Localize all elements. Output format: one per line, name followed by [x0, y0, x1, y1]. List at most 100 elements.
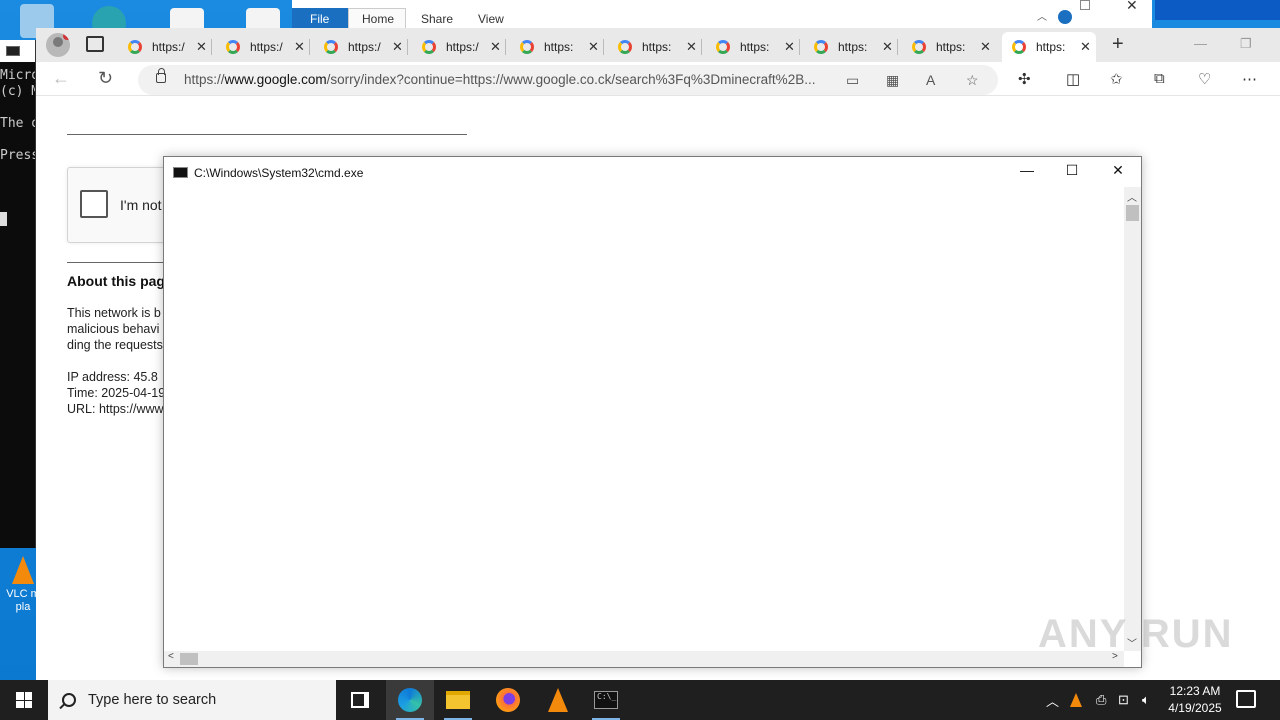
address-bar[interactable]: https://www.google.com/sorry/index?conti…: [138, 65, 998, 95]
more-options-icon[interactable]: ⋯: [1242, 70, 1257, 88]
browser-tab-active[interactable]: https: ✕: [1002, 32, 1096, 62]
address-url[interactable]: https://www.google.com/sorry/index?conti…: [184, 72, 834, 87]
chevron-up-icon[interactable]: ︿: [1037, 8, 1047, 23]
tab-title: https:: [544, 40, 574, 54]
help-icon[interactable]: [1058, 10, 1072, 24]
cmd-window: C:\Windows\System32\cmd.exe — ☐ ✕ ︿ ﹀ < …: [163, 156, 1142, 668]
clock-time: 12:23 AM: [1169, 684, 1221, 698]
tab-close-icon[interactable]: ✕: [686, 39, 697, 55]
refresh-button[interactable]: ↻: [98, 68, 113, 89]
tab-separator: [799, 39, 800, 55]
background-console-window: Micro (c) M The o Press: [0, 40, 36, 548]
tab-separator: [211, 39, 212, 55]
ribbon-tab-home[interactable]: Home: [362, 12, 394, 26]
windows-logo-icon: [16, 692, 32, 708]
ribbon-tab-file[interactable]: File: [292, 8, 348, 30]
tab-separator: [309, 39, 310, 55]
anyrun-watermark: ANY RUN: [1038, 612, 1234, 656]
tab-close-icon[interactable]: ✕: [490, 39, 501, 55]
browser-tab[interactable]: https: ✕: [902, 32, 996, 62]
scroll-left-icon[interactable]: <: [168, 651, 174, 662]
browser-tab[interactable]: https: ✕: [706, 32, 800, 62]
show-hidden-icons-button[interactable]: ︿: [1046, 680, 1059, 720]
start-button[interactable]: [0, 680, 48, 720]
google-favicon-icon: [128, 40, 142, 54]
google-favicon-icon: [912, 40, 926, 54]
cmd-icon: [6, 46, 20, 56]
close-button[interactable]: ✕: [1103, 162, 1133, 179]
action-center-icon[interactable]: [1236, 690, 1256, 708]
console-line: (c) M: [0, 84, 36, 99]
tab-title: https:: [740, 40, 770, 54]
browser-tab[interactable]: https:/ ✕: [118, 32, 212, 62]
cmd-titlebar[interactable]: C:\Windows\System32\cmd.exe — ☐ ✕: [164, 157, 1141, 187]
taskbar-edge[interactable]: [386, 680, 434, 720]
profile-avatar-icon[interactable]: [46, 33, 70, 57]
tab-actions-icon[interactable]: [86, 36, 104, 52]
about-text-line: This network is b: [67, 306, 161, 320]
tab-separator: [701, 39, 702, 55]
network-icon[interactable]: ⊡: [1118, 680, 1129, 720]
tab-close-icon[interactable]: ✕: [392, 39, 403, 55]
tab-close-icon[interactable]: ✕: [294, 39, 305, 55]
app-available-icon[interactable]: ▭: [846, 72, 859, 89]
browser-tab[interactable]: https: ✕: [608, 32, 702, 62]
browser-tab[interactable]: https:/ ✕: [216, 32, 310, 62]
tab-close-icon[interactable]: ✕: [980, 39, 991, 55]
tab-close-icon[interactable]: ✕: [196, 39, 207, 55]
minimize-icon[interactable]: —: [1194, 36, 1207, 51]
browser-tab[interactable]: https:/ ✕: [412, 32, 506, 62]
taskbar-cmd[interactable]: C:\_: [582, 680, 630, 720]
minimize-button[interactable]: —: [1012, 162, 1042, 178]
restore-icon[interactable]: ❐: [1240, 36, 1252, 52]
ribbon-tab-share[interactable]: Share: [421, 12, 453, 26]
horizontal-scrollbar[interactable]: < >: [164, 651, 1124, 667]
vlc-tray-icon[interactable]: [1070, 680, 1082, 720]
background-window-strip: [1155, 0, 1280, 20]
back-button[interactable]: ←: [52, 68, 70, 89]
maximize-button[interactable]: ☐: [1057, 162, 1087, 179]
tab-close-icon[interactable]: ✕: [588, 39, 599, 55]
favorite-star-icon[interactable]: ☆: [966, 72, 979, 89]
console-line: Micro: [0, 68, 36, 83]
recaptcha-checkbox[interactable]: [80, 190, 108, 218]
collections-icon[interactable]: ⧉: [1154, 70, 1165, 87]
browser-toolbar: ← ↻ https://www.google.com/sorry/index?c…: [36, 62, 1280, 96]
new-tab-button[interactable]: +: [1112, 33, 1124, 56]
scroll-up-icon[interactable]: ︿: [1127, 189, 1137, 204]
scrollbar-thumb[interactable]: [180, 653, 198, 665]
taskbar-clock[interactable]: 12:23 AM 4/19/2025: [1160, 683, 1230, 717]
ribbon-tab-view[interactable]: View: [478, 12, 504, 26]
console-output-area[interactable]: [164, 187, 1124, 651]
volume-icon[interactable]: 🔈︎: [1142, 680, 1150, 720]
scrollbar-thumb[interactable]: [1126, 205, 1139, 221]
tab-close-icon[interactable]: ✕: [1080, 39, 1091, 55]
close-icon[interactable]: ✕: [1126, 0, 1138, 14]
taskbar: Type here to search C:\_ ︿ ⎙ ⊡ 🔈︎ 12:23 …: [0, 680, 1280, 720]
vertical-scrollbar[interactable]: ︿ ﹀: [1124, 187, 1141, 651]
split-screen-icon[interactable]: ◫: [1066, 70, 1080, 88]
extensions-icon[interactable]: ✣: [1018, 70, 1031, 88]
device-tray-icon[interactable]: ⎙: [1096, 680, 1106, 720]
console-cursor: [0, 212, 7, 226]
task-view-button[interactable]: [336, 680, 384, 720]
lock-icon[interactable]: [156, 68, 166, 83]
maximize-icon[interactable]: [1080, 0, 1090, 10]
taskbar-firefox[interactable]: [484, 680, 532, 720]
tab-close-icon[interactable]: ✕: [882, 39, 893, 55]
browser-essentials-icon[interactable]: ♡: [1198, 70, 1211, 88]
tab-title: https:: [936, 40, 966, 54]
browser-tab[interactable]: https:/ ✕: [314, 32, 408, 62]
browser-tab[interactable]: https: ✕: [804, 32, 898, 62]
about-heading: About this page: [67, 273, 173, 289]
notification-dot: [63, 33, 70, 40]
qr-code-icon[interactable]: ▦: [886, 72, 899, 89]
favorites-icon[interactable]: ✩: [1110, 70, 1123, 88]
browser-tab[interactable]: https: ✕: [510, 32, 604, 62]
cmd-icon: C:\_: [594, 691, 618, 709]
read-aloud-icon[interactable]: A: [926, 72, 935, 88]
taskbar-file-explorer[interactable]: [434, 680, 482, 720]
tab-close-icon[interactable]: ✕: [784, 39, 795, 55]
taskbar-search-box[interactable]: Type here to search: [48, 680, 336, 720]
taskbar-vlc[interactable]: [534, 680, 582, 720]
